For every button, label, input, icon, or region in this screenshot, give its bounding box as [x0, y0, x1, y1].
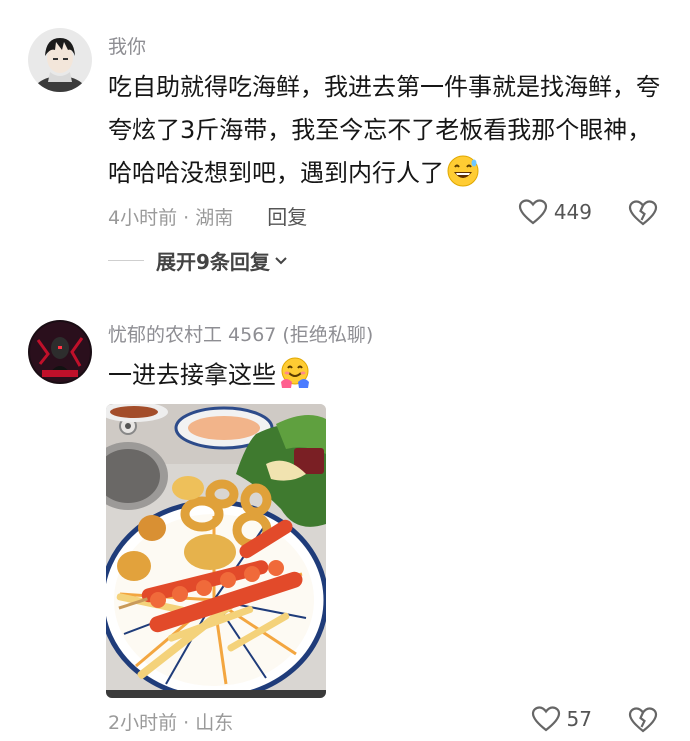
- avatar[interactable]: [28, 28, 92, 92]
- comment-text: 一进去接拿这些: [108, 354, 668, 397]
- username[interactable]: 我你: [108, 32, 146, 59]
- time-location: 2小时前 · 山东: [108, 712, 234, 734]
- divider-line: [108, 260, 144, 261]
- grinning-sweat-emoji-icon: [446, 154, 480, 188]
- like-count: 57: [566, 707, 592, 731]
- broken-heart-icon[interactable]: [628, 706, 658, 734]
- broken-heart-icon[interactable]: [628, 199, 658, 227]
- comment-text-content: 吃自助就得吃海鲜，我进去第一件事就是找海鲜，夸夸炫了3斤海带，我至今忘不了老板看…: [108, 73, 660, 187]
- reply-button[interactable]: 回复: [267, 205, 307, 229]
- expand-replies-label: 展开9条回复: [156, 250, 270, 274]
- like-count: 449: [553, 200, 592, 224]
- like-button[interactable]: 449: [518, 198, 592, 226]
- food-photo[interactable]: [106, 404, 326, 698]
- comment-text-content: 一进去接拿这些: [108, 361, 276, 389]
- comment-meta: 4小时前 · 湖南 回复: [108, 201, 307, 230]
- heart-icon: [531, 706, 560, 732]
- expand-replies-button[interactable]: 展开9条回复: [108, 246, 288, 275]
- time-location: 4小时前 · 湖南: [108, 207, 234, 229]
- chevron-down-icon: [275, 256, 287, 264]
- comment-text: 吃自助就得吃海鲜，我进去第一件事就是找海鲜，夸夸炫了3斤海带，我至今忘不了老板看…: [108, 66, 668, 195]
- username[interactable]: 忧郁的农村工 4567 (拒绝私聊): [108, 320, 373, 347]
- like-button[interactable]: 57: [531, 705, 592, 733]
- hugging-face-emoji-icon: [278, 356, 312, 390]
- comment-meta: 2小时前 · 山东: [108, 708, 233, 735]
- avatar[interactable]: [28, 320, 92, 384]
- heart-icon: [518, 199, 547, 225]
- comment-thread: 我你 吃自助就得吃海鲜，我进去第一件事就是找海鲜，夸夸炫了3斤海带，我至今忘不了…: [0, 0, 690, 741]
